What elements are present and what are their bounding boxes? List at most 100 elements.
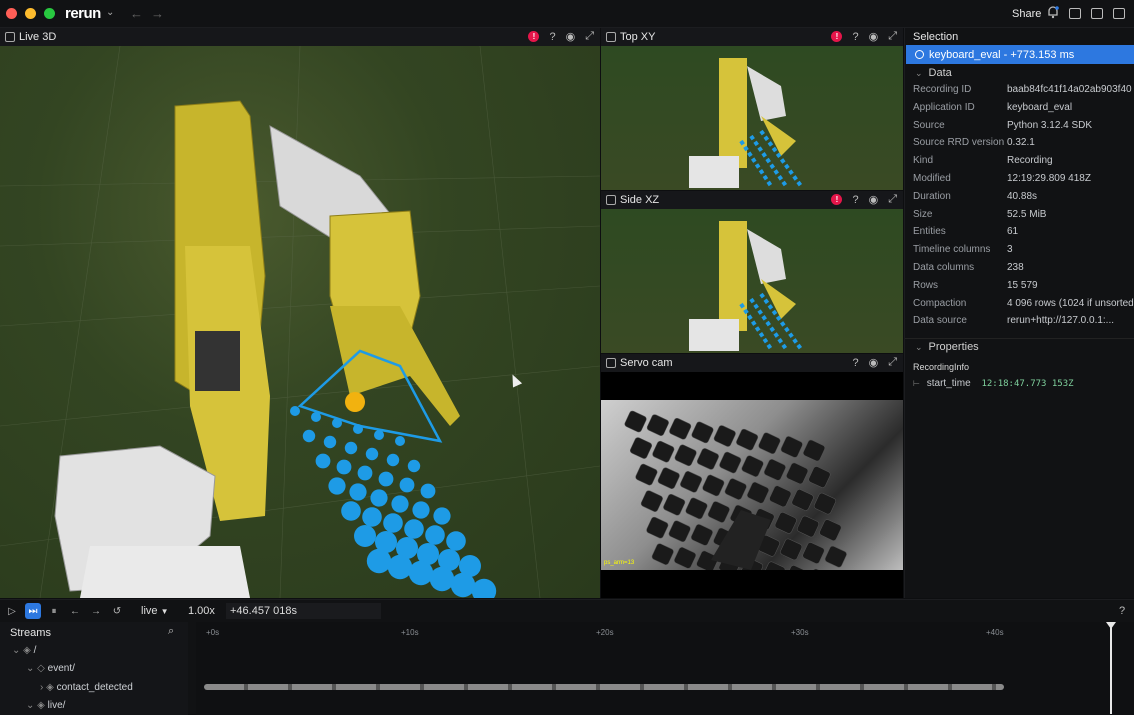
timeline-track[interactable]: +0s +10s +20s +30s +40s [196, 622, 1134, 715]
pause-button[interactable]: ⏸ [46, 603, 62, 619]
keyboard-key [646, 516, 669, 539]
data-row-value[interactable]: 4 096 rows (1024 if unsorted) [1007, 298, 1134, 309]
chevron-down-icon[interactable]: ⌄ [106, 7, 114, 18]
side-xz-title[interactable]: Side XZ [620, 194, 659, 206]
keyboard-key [758, 432, 781, 455]
keyboard-key [691, 421, 714, 444]
warning-icon[interactable]: ! [528, 31, 540, 42]
keyboard-key [652, 440, 675, 463]
share-button[interactable]: Share [1012, 8, 1041, 20]
loop-button[interactable]: ↺ [109, 603, 125, 619]
step-forward-button[interactable]: → [88, 603, 104, 619]
eye-icon[interactable]: ◉ [869, 356, 879, 369]
data-row-value[interactable]: 238 [1007, 262, 1024, 273]
data-row-value[interactable]: 0.32.1 [1007, 137, 1035, 148]
top-xy-viewport[interactable] [601, 46, 903, 190]
time-cursor[interactable] [1110, 624, 1112, 714]
eye-icon[interactable]: ◉ [566, 30, 576, 43]
view-2d-icon [606, 358, 616, 368]
data-row-value[interactable]: Python 3.12.4 SDK [1007, 120, 1092, 131]
data-row-value[interactable]: Recording [1007, 155, 1053, 166]
tree-item-live[interactable]: ⌄ ◈ live/ [26, 700, 65, 711]
servo-cam-header: Servo cam ? ◉ ⤢ [601, 354, 903, 372]
keyboard-key [724, 478, 747, 500]
point-marker [290, 406, 300, 416]
selected-item[interactable]: keyboard_eval - +773.153 ms [906, 45, 1134, 64]
data-row-value[interactable]: 3 [1007, 244, 1013, 255]
forward-arrow-icon[interactable]: → [151, 6, 164, 21]
eye-icon[interactable]: ◉ [869, 30, 879, 43]
maximize-icon[interactable]: ⤢ [585, 30, 594, 43]
data-row-key: Recording ID [913, 84, 972, 95]
help-icon[interactable]: ? [852, 31, 858, 43]
data-row: Recording ID baab84fc41f14a02ab903f40 [913, 84, 1134, 102]
warning-icon[interactable]: ! [831, 194, 843, 205]
side-xz-viewport[interactable] [601, 209, 903, 353]
follow-button[interactable]: ⏭ [25, 603, 41, 619]
search-icon[interactable]: ⌕ [168, 625, 174, 638]
start-time-value: 12:18:47.773 153Z [981, 379, 1074, 389]
timeline-mode-dropdown[interactable]: live ▼ [141, 605, 169, 617]
point-marker [311, 412, 321, 422]
live3d-viewport[interactable] [0, 46, 600, 598]
data-row-value[interactable]: 15 579 [1007, 280, 1038, 291]
data-row-value[interactable]: keyboard_eval [1007, 102, 1072, 113]
data-row-value[interactable]: 61 [1007, 226, 1018, 237]
data-row-value[interactable]: 12:19:29.809 418Z [1007, 173, 1091, 184]
tree-item-event[interactable]: ⌄ ◇ event/ [26, 663, 75, 674]
right-panel-toggle-icon[interactable] [1113, 8, 1125, 19]
current-time-field[interactable]: +46.457 018s [226, 603, 381, 619]
playback-speed[interactable]: 1.00x [188, 605, 215, 617]
point-marker [399, 477, 415, 493]
tree-item-root[interactable]: ⌄ ◈ / [12, 645, 36, 656]
help-icon[interactable]: ? [549, 31, 555, 43]
bell-icon[interactable] [1047, 6, 1059, 19]
data-row: Rows 15 579 [913, 280, 1134, 298]
help-icon[interactable]: ? [852, 357, 858, 369]
warning-icon[interactable]: ! [831, 31, 843, 42]
data-row-value[interactable]: rerun+http://127.0.0.1:... [1007, 315, 1114, 326]
minimize-window-button[interactable] [25, 8, 36, 19]
help-icon[interactable]: ? [852, 194, 858, 206]
data-row: Source RRD version 0.32.1 [913, 137, 1134, 155]
maximize-icon[interactable]: ⤢ [888, 193, 897, 206]
data-row-key: Duration [913, 190, 951, 202]
bottom-panel-toggle-icon[interactable] [1091, 8, 1103, 19]
top-xy-title[interactable]: Top XY [620, 31, 655, 43]
servo-cam-title[interactable]: Servo cam [620, 357, 673, 369]
help-icon[interactable]: ? [1119, 605, 1125, 617]
maximize-icon[interactable]: ⤢ [888, 356, 897, 369]
live3d-title[interactable]: Live 3D [19, 31, 56, 43]
keyboard-key [669, 417, 692, 440]
tree-item-contact-detected[interactable]: › ◈ contact_detected [40, 682, 133, 693]
close-window-button[interactable] [6, 8, 17, 19]
maximize-icon[interactable]: ⤢ [888, 30, 897, 43]
timeline-panel: ▷ ⏭ ⏸ ← → ↺ live ▼ 1.00x +46.457 018s ? … [0, 599, 1134, 715]
selected-item-label: keyboard_eval - +773.153 ms [929, 48, 1075, 61]
keyboard-key [736, 428, 759, 451]
data-row: Data source rerun+http://127.0.0.1:... [913, 315, 1134, 333]
point-marker [433, 507, 451, 525]
keyboard-key [685, 497, 708, 520]
data-section-header[interactable]: ⌄ Data [915, 67, 952, 79]
time-tick: +40s [986, 628, 1004, 637]
keyboard-key [702, 474, 725, 497]
servo-cam-viewport[interactable]: ps_arm=13 [601, 372, 903, 598]
play-button[interactable]: ▷ [4, 603, 20, 619]
data-row-value[interactable]: 40.88s [1007, 191, 1037, 202]
data-row-value[interactable]: baab84fc41f14a02ab903f40 [1007, 84, 1132, 95]
keyboard-key [786, 462, 809, 485]
properties-section-header[interactable]: ⌄ Properties [915, 341, 979, 353]
point-marker [420, 483, 436, 499]
left-panel-toggle-icon[interactable] [1069, 8, 1081, 19]
maximize-window-button[interactable] [44, 8, 55, 19]
app-logo[interactable]: rerun [65, 5, 101, 22]
time-cursor-head[interactable] [1106, 622, 1116, 629]
step-back-button[interactable]: ← [67, 603, 83, 619]
eye-icon[interactable]: ◉ [869, 193, 879, 206]
keyboard-key [803, 439, 826, 462]
point-marker [408, 560, 434, 586]
back-arrow-icon[interactable]: ← [130, 6, 143, 21]
keyboard-key [651, 543, 674, 565]
data-row-value[interactable]: 52.5 MiB [1007, 209, 1046, 220]
